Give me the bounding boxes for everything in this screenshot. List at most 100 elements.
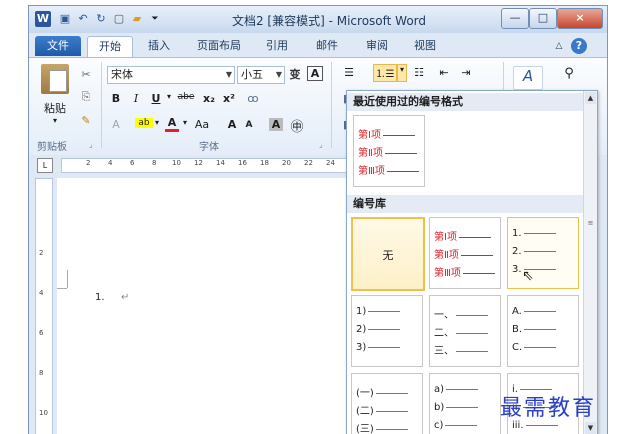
- shrink-font-button[interactable]: A: [243, 120, 255, 130]
- ruler-tick: 20: [282, 159, 291, 167]
- underline-button[interactable]: U: [149, 92, 163, 105]
- strikethrough-button[interactable]: abe: [175, 92, 197, 102]
- tab-review[interactable]: 审阅: [359, 36, 395, 56]
- recent-numbering-format[interactable]: 第Ⅰ项 第Ⅱ项 第Ⅲ项: [353, 115, 425, 187]
- save-icon[interactable]: ▣: [57, 11, 73, 27]
- tab-selector-icon[interactable]: L: [37, 158, 53, 173]
- numbering-dropdown-chevron-icon[interactable]: ▾: [397, 64, 407, 82]
- panel-scrollbar[interactable]: ▲ ≡ ▼: [583, 91, 597, 434]
- ruler-bar[interactable]: 2 4 6 8 10 12 14 16 18 20 22 24: [61, 158, 353, 173]
- tab-mailings[interactable]: 邮件: [309, 36, 345, 56]
- ruler-tick: 10: [39, 409, 48, 417]
- multilevel-list-button[interactable]: ☷: [411, 66, 427, 79]
- format-painter-icon[interactable]: ✎: [79, 114, 93, 127]
- enclose-char-button[interactable]: ㊥: [289, 116, 305, 135]
- font-name-value: 宋体: [111, 68, 133, 81]
- ruler-tick: 18: [260, 159, 269, 167]
- group-separator: [331, 62, 332, 148]
- tab-view[interactable]: 视图: [407, 36, 443, 56]
- list-item: (一): [356, 388, 374, 399]
- clipboard-group-label: 剪贴板: [37, 142, 67, 153]
- bullets-button[interactable]: ☰: [341, 66, 357, 79]
- close-button[interactable]: ×: [557, 8, 603, 29]
- numbering-uppercase-letter-option[interactable]: A. B. C.: [507, 295, 579, 367]
- numbering-paren-option[interactable]: 1) 2) 3): [351, 295, 423, 367]
- text-effects-icon[interactable]: A: [109, 118, 123, 131]
- list-item: C.: [512, 342, 523, 353]
- paste-icon[interactable]: [41, 64, 69, 94]
- font-launcher-icon[interactable]: ⌟: [319, 140, 323, 149]
- numbering-dropdown-panel: 最近使用过的编号格式 第Ⅰ项 第Ⅱ项 第Ⅲ项 编号库 无 第Ⅰ项 第Ⅱ项 第Ⅲ项…: [346, 90, 598, 434]
- ribbon-tabs: 文件 开始 插入 页面布局 引用 邮件 审阅 视图 △ ?: [29, 33, 607, 57]
- ruler-tick: 22: [304, 159, 313, 167]
- maximize-button[interactable]: □: [529, 8, 557, 29]
- list-item: 第Ⅰ项: [434, 232, 457, 243]
- scroll-up-icon[interactable]: ▲: [585, 92, 596, 104]
- char-border-icon[interactable]: A: [307, 66, 323, 81]
- numbering-paren-chinese-option[interactable]: (一) (二) (三): [351, 373, 423, 434]
- font-size-value: 小五: [241, 68, 263, 81]
- new-document-icon[interactable]: ▢: [111, 11, 127, 27]
- superscript-button[interactable]: x²: [221, 92, 237, 105]
- font-size-combo[interactable]: 小五 ▼: [237, 66, 285, 84]
- chevron-down-icon[interactable]: ▾: [165, 92, 173, 101]
- grow-font-button[interactable]: A: [225, 118, 239, 131]
- paste-options-chevron-icon[interactable]: ▾: [49, 116, 61, 125]
- font-color-button[interactable]: A: [165, 116, 179, 132]
- clear-formatting-icon[interactable]: ꝏ: [245, 92, 261, 105]
- tab-home[interactable]: 开始: [87, 36, 133, 57]
- clipboard-launcher-icon[interactable]: ⌟: [89, 140, 93, 149]
- copy-icon[interactable]: ⎘: [79, 90, 93, 104]
- help-icon[interactable]: ?: [571, 38, 587, 54]
- tab-file[interactable]: 文件: [35, 36, 81, 56]
- phonetic-guide-icon[interactable]: 变: [287, 66, 303, 82]
- change-case-button[interactable]: Aa: [193, 118, 211, 131]
- numbering-none-option[interactable]: 无: [351, 217, 425, 291]
- chevron-down-icon[interactable]: ▼: [226, 67, 232, 83]
- open-folder-icon[interactable]: ▰: [129, 11, 145, 27]
- ruler-tick: 16: [238, 159, 247, 167]
- collapse-ribbon-icon[interactable]: △: [551, 36, 567, 56]
- margin-mark: [57, 288, 67, 289]
- char-shading-button[interactable]: A: [269, 118, 283, 131]
- tab-insert[interactable]: 插入: [139, 36, 179, 56]
- numbering-button[interactable]: ⒈☰: [373, 64, 397, 82]
- redo-icon[interactable]: ↻: [93, 11, 109, 27]
- find-icon[interactable]: ⚲: [555, 66, 583, 81]
- decrease-indent-icon[interactable]: ⇤: [437, 66, 451, 79]
- list-item: 第Ⅲ项: [434, 268, 461, 279]
- ruler-tick: 24: [326, 159, 335, 167]
- tab-page-layout[interactable]: 页面布局: [191, 36, 247, 56]
- quick-styles-icon[interactable]: A: [513, 66, 543, 90]
- vertical-ruler[interactable]: 2 4 6 8 10: [35, 178, 53, 434]
- list-item: 第Ⅲ项: [358, 166, 385, 177]
- chevron-down-icon[interactable]: ▾: [153, 118, 161, 127]
- none-label: 无: [382, 249, 394, 262]
- increase-indent-icon[interactable]: ⇥: [459, 66, 473, 79]
- chevron-down-icon[interactable]: ▼: [276, 67, 282, 83]
- word-app-icon[interactable]: W: [35, 11, 51, 27]
- scroll-down-icon[interactable]: ▼: [585, 422, 596, 434]
- numbering-arabic-dot-option[interactable]: 1. 2. 3. ⇖: [507, 217, 579, 289]
- tab-references[interactable]: 引用: [259, 36, 295, 56]
- scroll-grip-icon[interactable]: ≡: [586, 219, 595, 229]
- undo-icon[interactable]: ↶: [75, 11, 91, 27]
- word-window: W ▣ ↶ ↻ ▢ ▰ ⏷ 文档2 [兼容模式] - Microsoft Wor…: [28, 5, 608, 434]
- italic-button[interactable]: I: [129, 92, 143, 105]
- numbering-lowercase-letter-option[interactable]: a) b) c): [429, 373, 501, 434]
- chevron-down-icon[interactable]: ▾: [181, 118, 189, 127]
- list-item: b): [434, 402, 445, 413]
- highlight-button[interactable]: ab: [135, 118, 153, 128]
- numbering-chinese-option[interactable]: 一、 二、 三、: [429, 295, 501, 367]
- paste-button[interactable]: 粘贴: [37, 100, 73, 116]
- numbering-roman-chinese-option[interactable]: 第Ⅰ项 第Ⅱ项 第Ⅲ项: [429, 217, 501, 289]
- ruler-tick: 8: [39, 369, 44, 377]
- font-name-combo[interactable]: 宋体 ▼: [107, 66, 235, 84]
- minimize-button[interactable]: —: [501, 8, 529, 29]
- ruler-tick: 6: [39, 329, 44, 337]
- bold-button[interactable]: B: [109, 92, 123, 105]
- cut-icon[interactable]: ✂: [79, 68, 93, 81]
- document-page[interactable]: 1. ↵: [57, 178, 347, 434]
- subscript-button[interactable]: x₂: [201, 92, 217, 105]
- customize-qat-icon[interactable]: ⏷: [147, 11, 163, 27]
